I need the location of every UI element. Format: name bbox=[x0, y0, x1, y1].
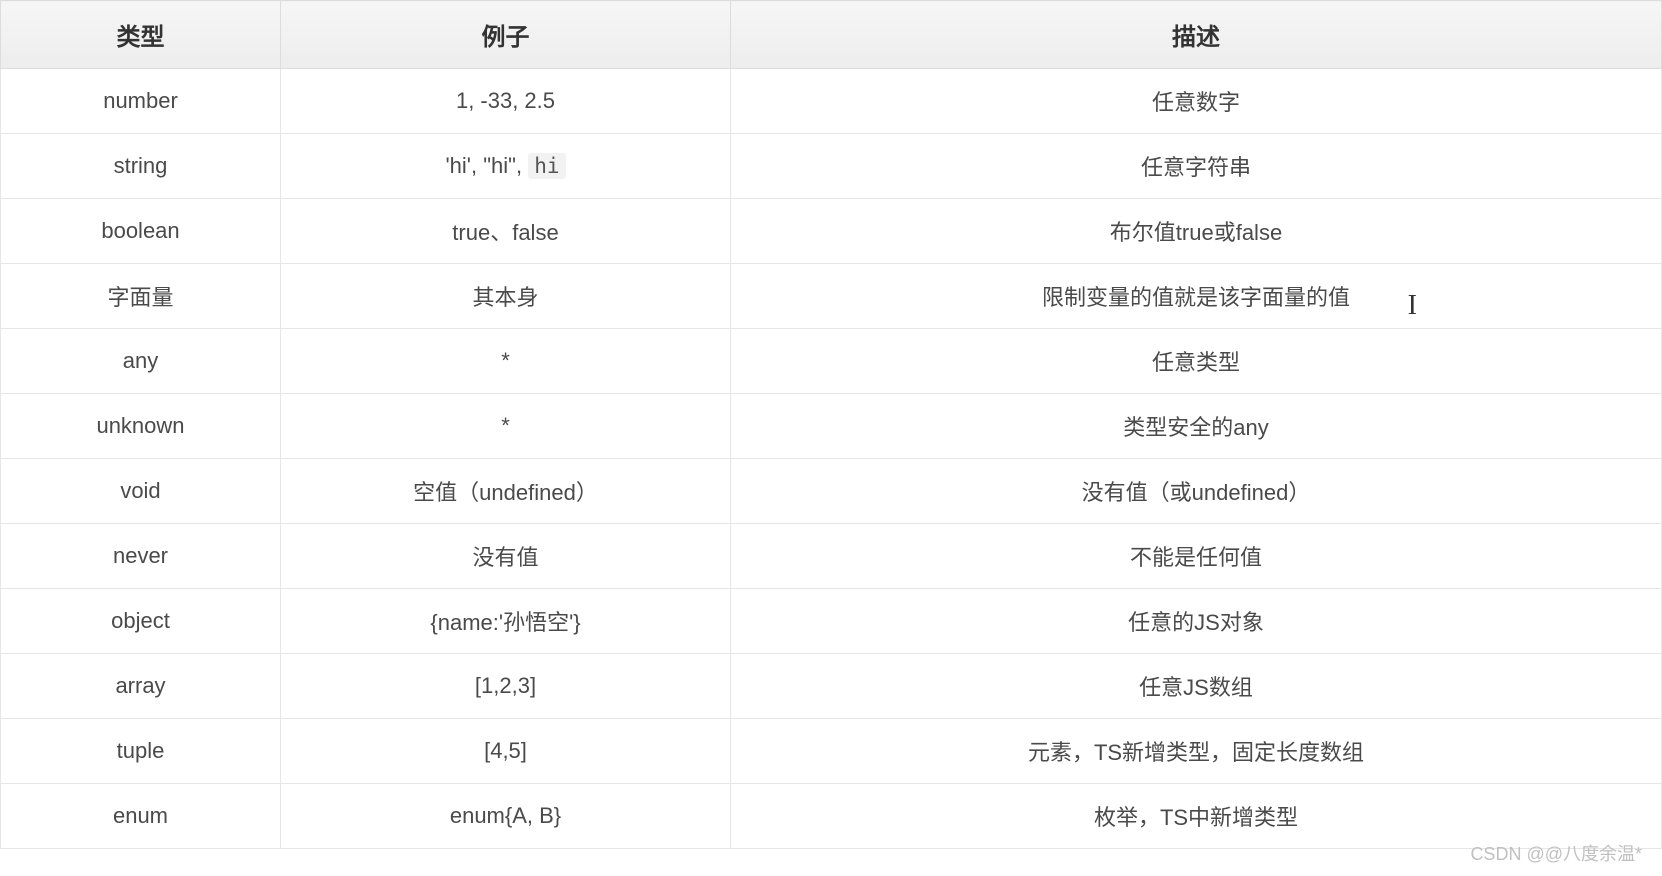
example-text: true、false bbox=[452, 220, 558, 245]
example-text: 没有值 bbox=[472, 545, 538, 570]
cell-type: tuple bbox=[1, 719, 281, 784]
example-text: * bbox=[501, 348, 510, 373]
table-header-row: 类型 例子 描述 bbox=[1, 1, 1662, 69]
table-row: void 空值（undefined） 没有值（或undefined） bbox=[1, 459, 1662, 524]
header-description: 描述 bbox=[731, 1, 1662, 69]
cell-type: string bbox=[1, 134, 281, 199]
cell-description: 没有值（或undefined） bbox=[731, 459, 1662, 524]
table-row: tuple [4,5] 元素，TS新增类型，固定长度数组 bbox=[1, 719, 1662, 784]
cell-description: 布尔值true或false bbox=[731, 199, 1662, 264]
example-text: 'hi', "hi", bbox=[445, 153, 528, 178]
cell-description: 任意类型 bbox=[731, 329, 1662, 394]
table-row: enum enum{A, B} 枚举，TS中新增类型 bbox=[1, 784, 1662, 849]
cell-example: * bbox=[281, 329, 731, 394]
cell-description: 任意JS数组 bbox=[731, 654, 1662, 719]
cell-description: 任意的JS对象 bbox=[731, 589, 1662, 654]
example-code: hi bbox=[528, 153, 565, 179]
cell-example: * bbox=[281, 394, 731, 459]
table-row: array [1,2,3] 任意JS数组 bbox=[1, 654, 1662, 719]
example-text: {name:'孙悟空'} bbox=[430, 610, 580, 635]
table-row: number 1, -33, 2.5 任意数字 bbox=[1, 69, 1662, 134]
cell-example: [1,2,3] bbox=[281, 654, 731, 719]
example-text: 空值（undefined） bbox=[413, 480, 598, 505]
cell-type: number bbox=[1, 69, 281, 134]
cell-description: 任意字符串 bbox=[731, 134, 1662, 199]
cell-example: {name:'孙悟空'} bbox=[281, 589, 731, 654]
cell-type: object bbox=[1, 589, 281, 654]
cell-example: 'hi', "hi", hi bbox=[281, 134, 731, 199]
cell-type: 字面量 bbox=[1, 264, 281, 329]
cell-example: 其本身 bbox=[281, 264, 731, 329]
cell-description: 任意数字 bbox=[731, 69, 1662, 134]
example-text: 1, -33, 2.5 bbox=[456, 88, 555, 113]
cell-example: 空值（undefined） bbox=[281, 459, 731, 524]
table-row: any * 任意类型 bbox=[1, 329, 1662, 394]
cell-type: void bbox=[1, 459, 281, 524]
cell-type: boolean bbox=[1, 199, 281, 264]
table-row: never 没有值 不能是任何值 bbox=[1, 524, 1662, 589]
example-text: [1,2,3] bbox=[475, 673, 536, 698]
table-row: unknown * 类型安全的any bbox=[1, 394, 1662, 459]
cell-example: 没有值 bbox=[281, 524, 731, 589]
header-example: 例子 bbox=[281, 1, 731, 69]
cell-example: [4,5] bbox=[281, 719, 731, 784]
table-row: object {name:'孙悟空'} 任意的JS对象 bbox=[1, 589, 1662, 654]
cell-type: unknown bbox=[1, 394, 281, 459]
cell-type: any bbox=[1, 329, 281, 394]
cell-type: enum bbox=[1, 784, 281, 849]
cell-example: true、false bbox=[281, 199, 731, 264]
example-text: * bbox=[501, 413, 510, 438]
cell-description: 不能是任何值 bbox=[731, 524, 1662, 589]
header-type: 类型 bbox=[1, 1, 281, 69]
example-text: [4,5] bbox=[484, 738, 527, 763]
table-row: string'hi', "hi", hi任意字符串 bbox=[1, 134, 1662, 199]
example-text: enum{A, B} bbox=[450, 803, 561, 828]
cell-description: 元素，TS新增类型，固定长度数组 bbox=[731, 719, 1662, 784]
cell-description: 类型安全的any bbox=[731, 394, 1662, 459]
table-row: boolean true、false 布尔值true或false bbox=[1, 199, 1662, 264]
cell-example: 1, -33, 2.5 bbox=[281, 69, 731, 134]
types-table: 类型 例子 描述 number1, -33, 2.5任意数字string'hi'… bbox=[0, 0, 1662, 849]
cell-type: array bbox=[1, 654, 281, 719]
example-text: 其本身 bbox=[472, 285, 538, 310]
cell-example: enum{A, B} bbox=[281, 784, 731, 849]
watermark-text: CSDN @@八度余温* bbox=[1470, 840, 1642, 866]
cell-description: 枚举，TS中新增类型 bbox=[731, 784, 1662, 849]
text-cursor-icon: I bbox=[1408, 290, 1417, 322]
cell-type: never bbox=[1, 524, 281, 589]
cell-description: 限制变量的值就是该字面量的值 bbox=[731, 264, 1662, 329]
